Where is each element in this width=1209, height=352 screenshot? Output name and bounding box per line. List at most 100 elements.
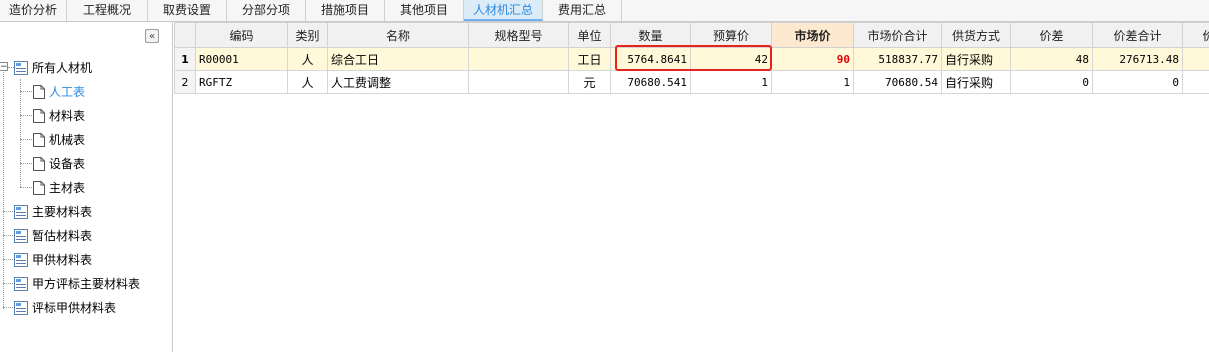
cell-type[interactable]: 人	[287, 47, 328, 71]
row-index[interactable]: 2	[174, 70, 196, 94]
cell-unit[interactable]: 工日	[568, 47, 611, 71]
tab-fee-settings[interactable]: 取费设置	[148, 0, 227, 21]
tab-bar: 造价分析 工程概况 取费设置 分部分项 措施项目 其他项目 人材机汇总 费用汇总	[0, 0, 1209, 22]
tree-node-material-table[interactable]: 材料表	[33, 105, 85, 125]
column-header-market-total[interactable]: 市场价合计	[853, 22, 942, 48]
cell-spec[interactable]	[468, 47, 569, 71]
tree-line	[3, 259, 13, 260]
report-icon	[14, 252, 28, 267]
cell-type[interactable]: 人	[287, 70, 328, 94]
column-header-spec[interactable]: 规格型号	[468, 22, 569, 48]
column-header-unit[interactable]: 单位	[568, 22, 611, 48]
report-icon	[14, 228, 28, 243]
cell-market-total[interactable]: 518837.77	[853, 47, 942, 71]
tree-node-label: 所有人材机	[32, 60, 93, 75]
column-header-supply-method[interactable]: 供货方式	[941, 22, 1011, 48]
tree-node-bid-owner-supplied-materials[interactable]: 评标甲供材料表	[14, 297, 116, 317]
column-header-quantity[interactable]: 数量	[610, 22, 691, 48]
column-header-type[interactable]: 类别	[287, 22, 328, 48]
cell-market-total[interactable]: 70680.54	[853, 70, 942, 94]
tree-node-label: 材料表	[49, 108, 86, 123]
cell-more[interactable]	[1182, 47, 1209, 71]
tree-line	[20, 115, 32, 116]
cell-price-diff[interactable]: 0	[1010, 70, 1093, 94]
document-icon	[33, 180, 45, 195]
collapse-panel-button[interactable]: «	[145, 29, 159, 43]
cell-spec[interactable]	[468, 70, 569, 94]
cell-supply-method[interactable]: 自行采购	[941, 70, 1011, 94]
cell-budget-price[interactable]: 42	[690, 47, 772, 71]
report-icon	[14, 300, 28, 315]
tree-node-label: 人工表	[49, 84, 86, 99]
column-header-more[interactable]: 价	[1182, 22, 1209, 48]
table-row[interactable]: 2 RGFTZ 人 人工费调整 元 70680.541 1 1 70680.54…	[174, 70, 1209, 94]
row-index-header[interactable]	[174, 22, 196, 48]
cell-price-diff-total[interactable]: 276713.48	[1092, 47, 1183, 71]
column-header-name[interactable]: 名称	[327, 22, 469, 48]
cell-supply-method[interactable]: 自行采购	[941, 47, 1011, 71]
table-header-row: 编码 类别 名称 规格型号 单位 数量 预算价 市场价 市场价合计 供货方式 价…	[174, 22, 1209, 48]
tab-fee-summary[interactable]: 费用汇总	[543, 0, 622, 21]
cell-code[interactable]: RGFTZ	[195, 70, 288, 94]
document-icon	[33, 132, 45, 147]
collapse-node-icon[interactable]: −	[0, 62, 8, 72]
cell-quantity[interactable]: 70680.541	[610, 70, 691, 94]
tree-line	[20, 187, 32, 188]
column-header-code[interactable]: 编码	[195, 22, 288, 48]
document-icon	[33, 108, 45, 123]
cell-code[interactable]: R00001	[195, 47, 288, 71]
cell-name[interactable]: 综合工日	[327, 47, 469, 71]
column-header-price-diff[interactable]: 价差	[1010, 22, 1093, 48]
tree-node-label: 甲供材料表	[32, 252, 93, 267]
tab-other-items[interactable]: 其他项目	[385, 0, 464, 21]
cell-market-price[interactable]: 1	[771, 70, 854, 94]
tree-node-equipment-table[interactable]: 设备表	[33, 153, 85, 173]
tree-node-labor-table[interactable]: 人工表	[33, 81, 85, 101]
cell-more[interactable]	[1182, 70, 1209, 94]
tab-labor-material-summary[interactable]: 人材机汇总	[464, 0, 543, 21]
material-grid: 编码 类别 名称 规格型号 单位 数量 预算价 市场价 市场价合计 供货方式 价…	[174, 22, 1209, 352]
tree-line	[20, 91, 32, 92]
tree-line	[3, 211, 13, 212]
document-icon	[33, 156, 45, 171]
cell-market-price[interactable]: 90	[771, 47, 854, 71]
tree-node-major-materials[interactable]: 主要材料表	[14, 201, 92, 221]
tree-node-label: 设备表	[49, 156, 86, 171]
cell-budget-price[interactable]: 1	[690, 70, 772, 94]
document-icon	[33, 84, 45, 99]
material-table: 编码 类别 名称 规格型号 单位 数量 预算价 市场价 市场价合计 供货方式 价…	[174, 22, 1209, 94]
table-row[interactable]: 1 R00001 人 综合工日 工日 5764.8641 42 90 51883…	[174, 47, 1209, 71]
tree-node-label: 甲方评标主要材料表	[32, 276, 141, 291]
tree-line	[3, 235, 13, 236]
report-icon	[14, 204, 28, 219]
cell-price-diff-total[interactable]: 0	[1092, 70, 1183, 94]
tab-cost-analysis[interactable]: 造价分析	[0, 0, 67, 21]
tree-node-label: 机械表	[49, 132, 86, 147]
column-header-market-price[interactable]: 市场价	[771, 22, 854, 48]
tab-sub-items[interactable]: 分部分项	[227, 0, 306, 21]
tree-line	[20, 139, 32, 140]
cell-quantity[interactable]: 5764.8641	[610, 47, 691, 71]
tab-measure-items[interactable]: 措施项目	[306, 0, 385, 21]
tree-line	[3, 283, 13, 284]
tree-line	[3, 307, 13, 308]
column-header-budget-price[interactable]: 预算价	[690, 22, 772, 48]
tree-line	[20, 163, 32, 164]
sidebar: « − 所有人材机 人工表 材料表 机械表 设备表 主材表 主要材料表 暂估材料…	[0, 22, 173, 352]
tree-node-main-material-table[interactable]: 主材表	[33, 177, 85, 197]
tree-node-label: 评标甲供材料表	[32, 300, 117, 315]
tree-node-provisional-materials[interactable]: 暂估材料表	[14, 225, 92, 245]
tree-node-machinery-table[interactable]: 机械表	[33, 129, 85, 149]
tree-node-owner-supplied-materials[interactable]: 甲供材料表	[14, 249, 92, 269]
tab-project-overview[interactable]: 工程概况	[67, 0, 148, 21]
tree-node-owner-bid-major-materials[interactable]: 甲方评标主要材料表	[14, 273, 140, 293]
column-header-price-diff-total[interactable]: 价差合计	[1092, 22, 1183, 48]
cell-price-diff[interactable]: 48	[1010, 47, 1093, 71]
row-index[interactable]: 1	[174, 47, 196, 71]
tree-node-label: 暂估材料表	[32, 228, 93, 243]
cell-unit[interactable]: 元	[568, 70, 611, 94]
tree-node-all-materials[interactable]: 所有人材机	[14, 57, 92, 77]
tree-line	[3, 72, 4, 309]
cell-name[interactable]: 人工费调整	[327, 70, 469, 94]
tree-line	[20, 79, 21, 187]
